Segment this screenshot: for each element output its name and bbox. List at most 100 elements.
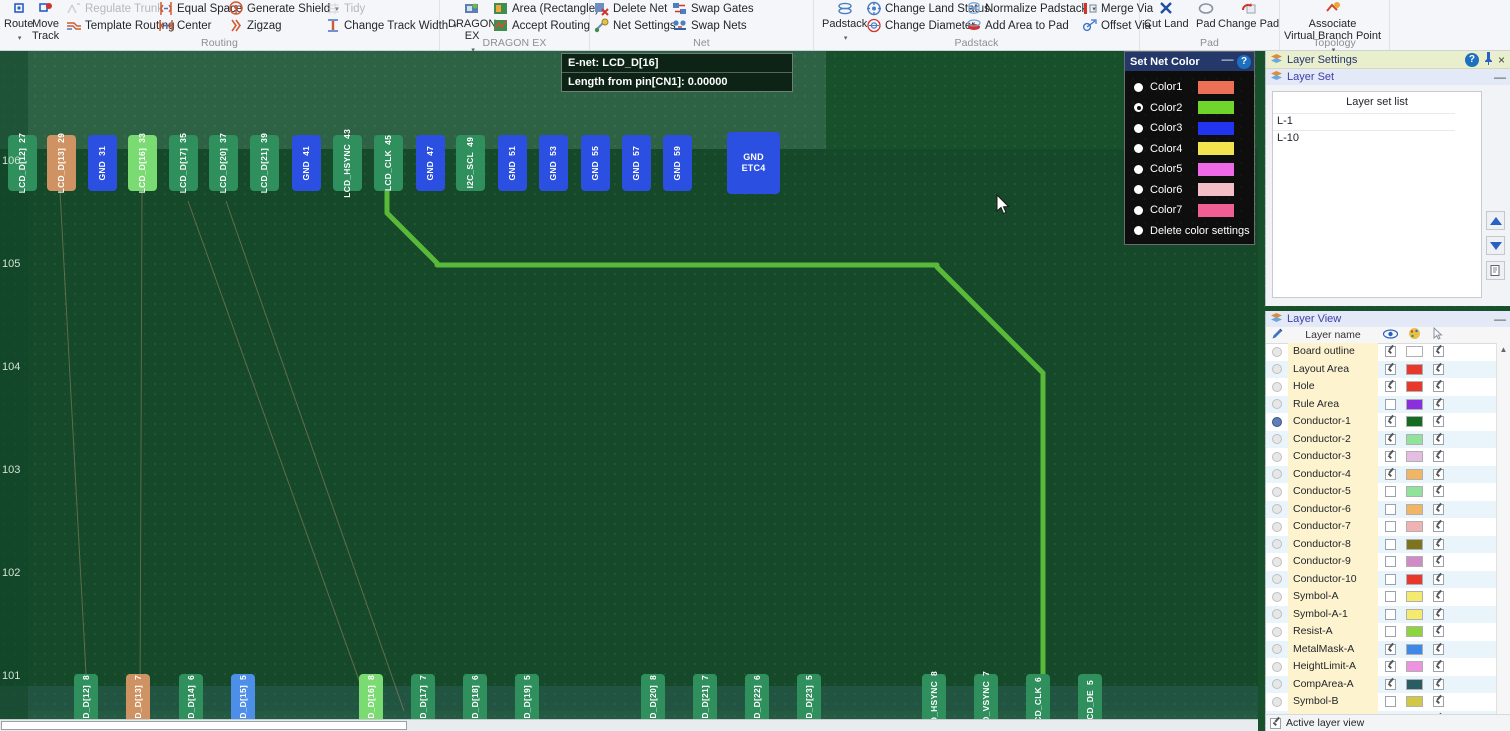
layer-view-row[interactable]: Conductor-9 [1266,553,1498,571]
help-icon[interactable]: ? [1237,54,1251,69]
move-down-button[interactable] [1486,236,1505,255]
layer-color-swatch[interactable] [1405,363,1423,375]
pcb-pad[interactable]: GND 51 [498,135,527,191]
ribbon-button-move[interactable]: Move Track [32,1,59,42]
active-layer-toggle[interactable] [1266,591,1288,602]
visibility-checkbox[interactable] [1384,573,1396,585]
pcb-pad[interactable]: LCD_D[16] 33 [128,133,157,193]
active-layer-toggle[interactable] [1266,399,1288,410]
layer-color-swatch[interactable] [1405,451,1423,463]
layer-view-row[interactable]: Hole [1266,378,1498,396]
ribbon-item-net-settings[interactable]: Net Settings [594,18,676,33]
selectable-checkbox[interactable] [1432,591,1444,603]
visibility-cell[interactable] [1378,398,1402,410]
color-cell[interactable] [1402,521,1426,533]
visibility-cell[interactable] [1378,363,1402,375]
visibility-checkbox[interactable] [1384,626,1396,638]
color-swatch[interactable] [1198,80,1234,94]
selectable-checkbox[interactable] [1432,363,1444,375]
color-swatch[interactable] [1198,183,1234,197]
active-layer-toggle[interactable] [1266,644,1288,655]
ribbon-button-dragon[interactable]: DRAGONEX▾ [448,1,496,56]
layer-color-swatch[interactable] [1405,678,1423,690]
visibility-checkbox[interactable] [1384,381,1396,393]
layer-color-swatch[interactable] [1405,573,1423,585]
active-layer-toggle[interactable] [1266,696,1288,707]
color-cell[interactable] [1402,678,1426,690]
pcb-pad[interactable]: LCD_D[13] 29 [47,133,76,193]
horizontal-scrollbar[interactable] [0,719,1258,731]
layer-settings-panel[interactable]: Layer Settings ? × Layer Set — Layer set… [1265,51,1510,306]
ribbon-item-swap-nets[interactable]: Swap Nets [672,18,747,33]
net-color-option[interactable]: Color5 [1125,159,1254,180]
active-layer-toggle[interactable] [1266,486,1288,497]
set-net-color-panel[interactable]: Set Net Color — ? Color1 Color2 Color3 Colo… [1124,51,1255,245]
layer-view-row[interactable]: Symbol-A-1 [1266,605,1498,623]
active-layer-toggle[interactable] [1266,539,1288,550]
layer-view-row[interactable]: Symbol-A [1266,588,1498,606]
selectable-checkbox[interactable] [1432,573,1444,585]
active-layer-toggle[interactable] [1266,451,1288,462]
net-color-option[interactable]: Color4 [1125,139,1254,160]
radio-button[interactable] [1134,82,1143,92]
ribbon-button-route[interactable]: Route ▾ [4,1,33,44]
visibility-checkbox[interactable] [1384,468,1396,480]
layer-view-panel[interactable]: Layer View — Layer name Board outline Lay… [1265,311,1510,731]
help-icon[interactable]: ? [1464,52,1479,67]
selectable-checkbox[interactable] [1432,398,1444,410]
chevron-down-icon[interactable]: ▾ [18,35,22,42]
layer-view-row[interactable]: MetalMask-A [1266,640,1498,658]
layer-view-minimize-icon[interactable]: — [1494,313,1506,325]
active-layer-toggle[interactable] [1266,434,1288,445]
visibility-checkbox[interactable] [1384,363,1396,375]
color-cell[interactable] [1402,643,1426,655]
pin-icon[interactable] [1484,51,1493,68]
ribbon-item-change-track-width[interactable]: Change Track Width ▾ [325,18,457,33]
ribbon-item-area-rectangle[interactable]: Area (Rectangle) [493,1,599,16]
ribbon-item-delete-net[interactable]: Delete Net [594,1,667,16]
net-color-option[interactable]: Color1 [1125,77,1254,98]
visibility-checkbox[interactable] [1384,538,1396,550]
visibility-checkbox[interactable] [1384,608,1396,620]
layer-color-swatch[interactable] [1405,556,1423,568]
layer-view-row[interactable]: Conductor-6 [1266,500,1498,518]
visibility-cell[interactable] [1378,503,1402,515]
selectable-checkbox[interactable] [1432,538,1444,550]
visibility-cell[interactable] [1378,573,1402,585]
selectable-checkbox[interactable] [1432,678,1444,690]
visibility-checkbox[interactable] [1384,451,1396,463]
radio-button[interactable] [1134,185,1143,195]
pcb-pad[interactable]: GND 53 [539,135,568,191]
pcb-pad[interactable]: GND 31 [88,135,117,191]
active-layer-toggle[interactable] [1266,574,1288,585]
layer-color-swatch[interactable] [1405,696,1423,708]
color-cell[interactable] [1402,591,1426,603]
layer-color-swatch[interactable] [1405,398,1423,410]
visibility-cell[interactable] [1378,626,1402,638]
layer-view-row[interactable]: Symbol-B [1266,693,1498,711]
layer-color-swatch[interactable] [1405,486,1423,498]
layer-view-row[interactable]: Rule Area [1266,395,1498,413]
color-cell[interactable] [1402,451,1426,463]
active-layer-toggle[interactable] [1266,556,1288,567]
selectable-checkbox[interactable] [1432,381,1444,393]
visibility-cell[interactable] [1378,486,1402,498]
active-layer-toggle[interactable] [1266,679,1288,690]
selectable-checkbox[interactable] [1432,346,1444,358]
close-icon[interactable]: × [1498,53,1505,67]
selectable-checkbox[interactable] [1432,468,1444,480]
pcb-pad-large[interactable]: GND ETC4 [727,132,780,194]
visibility-cell[interactable] [1378,608,1402,620]
layer-set-list-panel[interactable]: Layer set list L-1 L-10 [1272,91,1482,298]
layer-view-row[interactable]: HeightLimit-A [1266,658,1498,676]
pcb-pad[interactable]: GND 41 [292,135,321,191]
visibility-cell[interactable] [1378,521,1402,533]
color-swatch[interactable] [1198,121,1234,135]
active-layer-toggle[interactable] [1266,521,1288,532]
layer-color-swatch[interactable] [1405,661,1423,673]
selectable-cell[interactable] [1426,661,1450,673]
layer-view-row[interactable]: Conductor-2 [1266,430,1498,448]
layer-color-swatch[interactable] [1405,608,1423,620]
radio-button[interactable] [1134,144,1143,154]
visibility-checkbox[interactable] [1384,556,1396,568]
